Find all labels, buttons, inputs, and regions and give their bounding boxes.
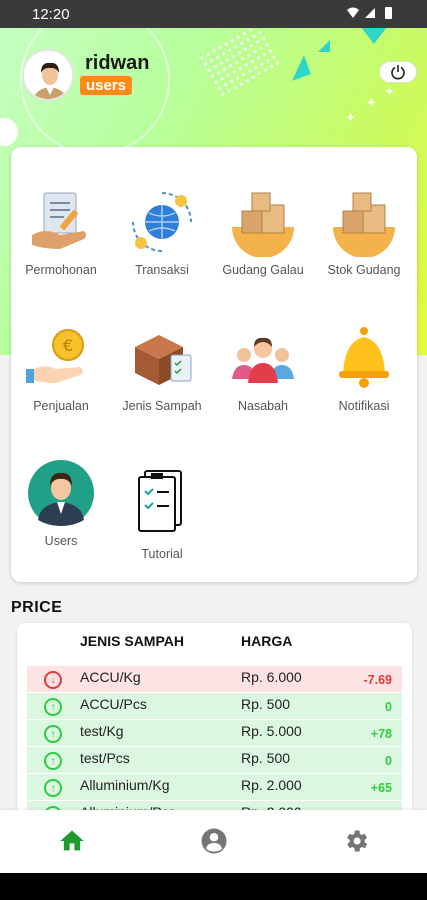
price-table: JENIS SAMPAH HARGA ↓ ACCU/Kg Rp. 6.000 -7.6… <box>17 623 412 823</box>
menu-label: Users <box>44 534 78 548</box>
profile-name: ridwan <box>85 52 150 74</box>
price-row: ↑ ACCU/Pcs Rp. 500 0 <box>27 693 402 719</box>
price-item-change: 0 <box>385 700 392 714</box>
menu-penjualan[interactable]: € Penjualan <box>11 323 111 413</box>
system-nav-bar <box>0 873 427 900</box>
role-badge: users <box>80 76 133 95</box>
box-checklist-icon <box>135 335 192 385</box>
account-icon <box>201 828 227 854</box>
price-item-harga: Rp. 5.000 <box>241 723 302 739</box>
document-hand-icon <box>32 192 86 249</box>
clipboard-checklist-icon <box>138 470 182 532</box>
boxes-warehouse-icon <box>232 192 294 257</box>
menu-card: Permohonan Transaksi Gudang Galau Stok G… <box>11 147 417 582</box>
price-item-name: ACCU/Pcs <box>80 696 147 712</box>
arrow-up-icon: ↑ <box>44 752 62 770</box>
menu-users[interactable]: Users <box>11 458 111 548</box>
menu-gudang-galau[interactable]: Gudang Galau <box>213 187 313 277</box>
menu-notifikasi[interactable]: Notifikasi <box>314 323 414 413</box>
boxes-stock-icon <box>333 192 395 257</box>
menu-transaksi[interactable]: Transaksi <box>112 187 212 277</box>
arrow-up-icon: ↑ <box>44 725 62 743</box>
column-jenis-sampah: JENIS SAMPAH <box>80 633 184 649</box>
menu-permohonan[interactable]: Permohonan <box>11 187 111 277</box>
price-row: ↑ Alluminium/Kg Rp. 2.000 +65 <box>27 774 402 800</box>
menu-label: Gudang Galau <box>222 263 304 277</box>
nav-account[interactable] <box>199 826 229 856</box>
menu-label: Penjualan <box>33 399 89 413</box>
gear-icon <box>347 830 368 852</box>
menu-label: Transaksi <box>135 263 189 277</box>
menu-stok-gudang[interactable]: Stok Gudang <box>314 187 414 277</box>
menu-nasabah[interactable]: Nasabah <box>213 323 313 413</box>
logout-button[interactable] <box>379 61 417 83</box>
price-row: ↑ test/Pcs Rp. 500 0 <box>27 747 402 773</box>
price-item-name: Alluminium/Kg <box>80 777 170 793</box>
status-time: 12:20 <box>32 6 70 23</box>
price-item-harga: Rp. 500 <box>241 696 291 712</box>
menu-jenis-sampah[interactable]: Jenis Sampah <box>112 323 212 413</box>
globe-exchange-icon <box>132 192 192 252</box>
menu-label: Nasabah <box>237 399 289 413</box>
avatar[interactable] <box>22 49 74 101</box>
signal-battery-icon <box>347 7 392 19</box>
bottom-nav <box>0 810 427 873</box>
status-bar: 12:20 <box>0 0 427 28</box>
user-avatar-icon <box>28 460 94 526</box>
menu-tutorial[interactable]: Tutorial <box>112 465 212 561</box>
menu-label: Jenis Sampah <box>122 399 202 413</box>
column-harga: HARGA <box>241 633 293 649</box>
power-icon <box>391 65 405 80</box>
menu-label: Stok Gudang <box>327 263 401 277</box>
bell-icon <box>339 327 389 388</box>
arrow-up-icon: ↑ <box>44 698 62 716</box>
price-item-change: +65 <box>370 781 392 795</box>
menu-label: Notifikasi <box>338 399 390 413</box>
coin-hand-icon: € <box>26 329 84 383</box>
price-item-name: test/Kg <box>80 723 124 739</box>
price-item-change: -7.69 <box>363 673 393 687</box>
status-icons <box>345 6 405 23</box>
menu-label: Tutorial <box>141 547 183 561</box>
price-item-harga: Rp. 500 <box>241 750 291 766</box>
price-item-harga: Rp. 2.000 <box>241 777 302 793</box>
price-item-name: ACCU/Kg <box>80 669 141 685</box>
price-item-change: +78 <box>370 727 392 741</box>
price-title: PRICE <box>11 599 63 616</box>
price-item-change: 0 <box>385 754 392 768</box>
menu-label: Permohonan <box>25 263 97 277</box>
people-group-icon <box>232 337 294 383</box>
arrow-down-icon: ↓ <box>44 671 62 689</box>
svg-text:€: € <box>63 336 73 355</box>
price-row: ↑ test/Kg Rp. 5.000 +78 <box>27 720 402 746</box>
nav-home[interactable] <box>57 826 87 856</box>
price-item-name: test/Pcs <box>80 750 130 766</box>
nav-settings[interactable] <box>341 826 371 856</box>
arrow-up-icon: ↑ <box>44 779 62 797</box>
price-item-harga: Rp. 6.000 <box>241 669 302 685</box>
home-icon <box>60 830 84 851</box>
price-row: ↓ ACCU/Kg Rp. 6.000 -7.69 <box>27 666 402 692</box>
